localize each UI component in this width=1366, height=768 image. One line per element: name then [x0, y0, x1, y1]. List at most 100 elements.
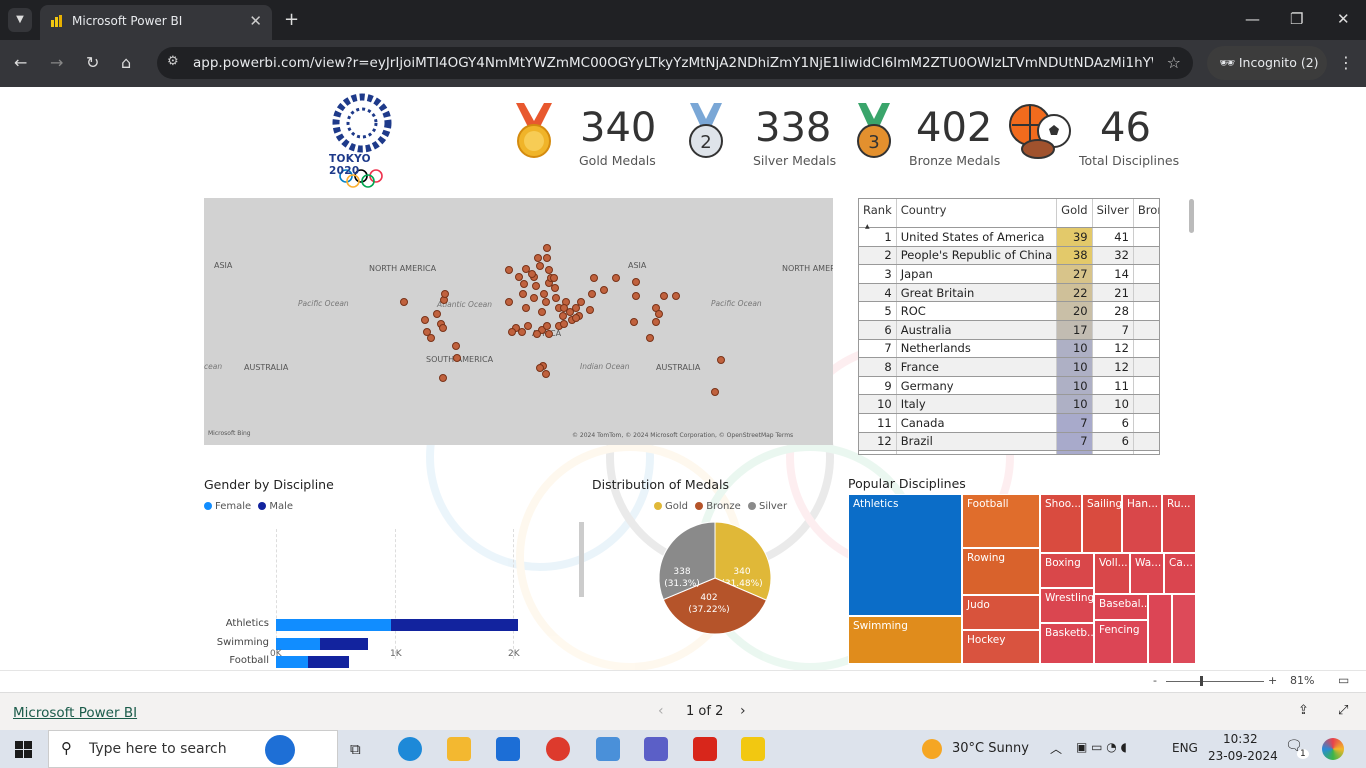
map-point[interactable] [600, 286, 608, 294]
bar-female[interactable] [276, 619, 391, 631]
edge-icon[interactable] [398, 737, 422, 761]
map-point[interactable] [543, 244, 551, 252]
treemap-tile[interactable]: Fencing [1094, 620, 1148, 664]
reload-icon[interactable]: ↻ [86, 53, 99, 72]
map-point[interactable] [655, 310, 663, 318]
minimize-icon[interactable]: — [1245, 10, 1260, 28]
map-point[interactable] [612, 274, 620, 282]
map-point[interactable] [439, 324, 447, 332]
map-point[interactable] [560, 304, 568, 312]
browser-tab[interactable]: Microsoft Power BI ✕ [40, 5, 272, 40]
map-point[interactable] [540, 290, 548, 298]
treemap-tile[interactable]: Voll... [1094, 553, 1130, 594]
map-point[interactable] [550, 274, 558, 282]
chrome-icon[interactable] [546, 737, 570, 761]
map-point[interactable] [528, 270, 536, 278]
map-point[interactable] [452, 342, 460, 350]
treemap-tile[interactable]: Sailing [1082, 494, 1122, 553]
powerbi-link[interactable]: Microsoft Power BI [13, 705, 137, 721]
treemap-tile[interactable]: Basketb... [1040, 623, 1094, 664]
copilot-icon[interactable] [1322, 738, 1344, 760]
map-point[interactable] [532, 282, 540, 290]
incognito-button[interactable]: 🕶 Incognito (2) [1207, 46, 1327, 80]
map-point[interactable] [524, 322, 532, 330]
map-point[interactable] [586, 306, 594, 314]
map-point[interactable] [533, 330, 541, 338]
share-icon[interactable]: ⇪ [1298, 703, 1309, 718]
treemap-tile[interactable]: Basebal... [1094, 594, 1148, 620]
table-row[interactable]: 10Italy101020 [859, 394, 1159, 414]
map-point[interactable] [588, 290, 596, 298]
legend-gold[interactable]: Gold [654, 501, 688, 512]
tray-apps-icon[interactable]: ▣ ▭ ◔ ◖ [1076, 740, 1127, 754]
legend-female[interactable]: Female [204, 501, 251, 512]
col-gold[interactable]: Gold [1056, 199, 1093, 228]
bar-male[interactable] [319, 637, 369, 650]
map-point[interactable] [538, 308, 546, 316]
map-point[interactable] [590, 274, 598, 282]
map-point[interactable] [646, 334, 654, 342]
col-rank[interactable]: Rank ▲ [859, 199, 897, 230]
table-row[interactable]: 8France101211 [859, 357, 1159, 377]
bar-male[interactable] [307, 656, 350, 668]
table-row[interactable]: 2People's Republic of China383218 [859, 246, 1159, 266]
map-point[interactable] [543, 254, 551, 262]
map-point[interactable] [536, 364, 544, 372]
map-point[interactable] [519, 290, 527, 298]
treemap-tile[interactable]: Ru... [1162, 494, 1196, 553]
map-point[interactable] [508, 328, 516, 336]
country-medal-table[interactable]: Rank ▲ Country Gold Silver Bronze 1United… [858, 198, 1160, 455]
file-explorer-icon[interactable] [447, 737, 471, 761]
table-row[interactable]: 11Canada7611 [859, 413, 1159, 433]
map-point[interactable] [441, 290, 449, 298]
treemap-tile[interactable]: Wrestling [1040, 588, 1094, 623]
medal-distribution-chart[interactable]: Distribution of Medals Gold Bronze Silve… [592, 477, 792, 667]
map-point[interactable] [421, 316, 429, 324]
home-icon[interactable]: ⌂ [121, 53, 131, 72]
treemap-tile[interactable]: Swimming [848, 616, 962, 664]
table-row[interactable]: 6Australia17722 [859, 320, 1159, 340]
map-point[interactable] [427, 334, 435, 342]
weather-text[interactable]: 30°C Sunny [952, 741, 1029, 756]
windows-start-icon[interactable] [15, 741, 32, 758]
popular-disciplines-treemap[interactable]: Athletics Swimming Football Rowing Judo … [848, 494, 1196, 664]
map-point[interactable] [717, 356, 725, 364]
map-point[interactable] [439, 374, 447, 382]
table-row[interactable]: 5ROC202823 [859, 301, 1159, 321]
mail-icon[interactable] [496, 737, 520, 761]
gender-by-discipline-chart[interactable]: Gender by Discipline Female Male Athleti… [204, 477, 574, 668]
gender-chart-scrollbar[interactable] [579, 522, 584, 597]
chrome-menu-icon[interactable]: ⋮ [1338, 53, 1354, 72]
map-point[interactable] [632, 292, 640, 300]
map-point[interactable] [520, 280, 528, 288]
map-point[interactable] [672, 292, 680, 300]
treemap-tile[interactable]: Rowing [962, 548, 1040, 595]
table-row[interactable]: 13New Zealand767 [859, 450, 1159, 454]
treemap-tile[interactable] [1148, 594, 1172, 664]
zoom-out-icon[interactable]: - [1153, 674, 1157, 687]
legend-bronze[interactable]: Bronze [695, 501, 741, 512]
map-point[interactable] [453, 354, 461, 362]
map-point[interactable] [530, 294, 538, 302]
url-text[interactable]: app.powerbi.com/view?r=eyJrIjoiMTI4OGY4N… [193, 55, 1153, 71]
col-country[interactable]: Country [896, 199, 1058, 228]
map-point[interactable] [559, 312, 567, 320]
map-attribution[interactable]: © 2024 TomTom, © 2024 Microsoft Corporat… [572, 432, 793, 439]
legend-silver[interactable]: Silver [747, 501, 787, 512]
powerbi-taskbar-icon[interactable] [741, 737, 765, 761]
fullscreen-icon[interactable]: ⤢ [1338, 703, 1348, 718]
map-point[interactable] [560, 320, 568, 328]
table-row[interactable]: 3Japan271417 [859, 264, 1159, 284]
map-point[interactable] [542, 370, 550, 378]
close-tab-icon[interactable]: ✕ [249, 12, 262, 30]
acrobat-icon[interactable] [693, 737, 717, 761]
map-point[interactable] [433, 310, 441, 318]
treemap-tile[interactable]: Hockey [962, 630, 1040, 664]
map-point[interactable] [542, 298, 550, 306]
fit-to-page-icon[interactable]: ▭ [1338, 673, 1349, 687]
tray-chevron-icon[interactable]: ︿ [1050, 740, 1062, 757]
col-bronze[interactable]: Bronze [1133, 199, 1159, 228]
zoom-slider[interactable] [1166, 681, 1264, 682]
map-point[interactable] [400, 298, 408, 306]
close-window-icon[interactable]: ✕ [1337, 10, 1350, 28]
